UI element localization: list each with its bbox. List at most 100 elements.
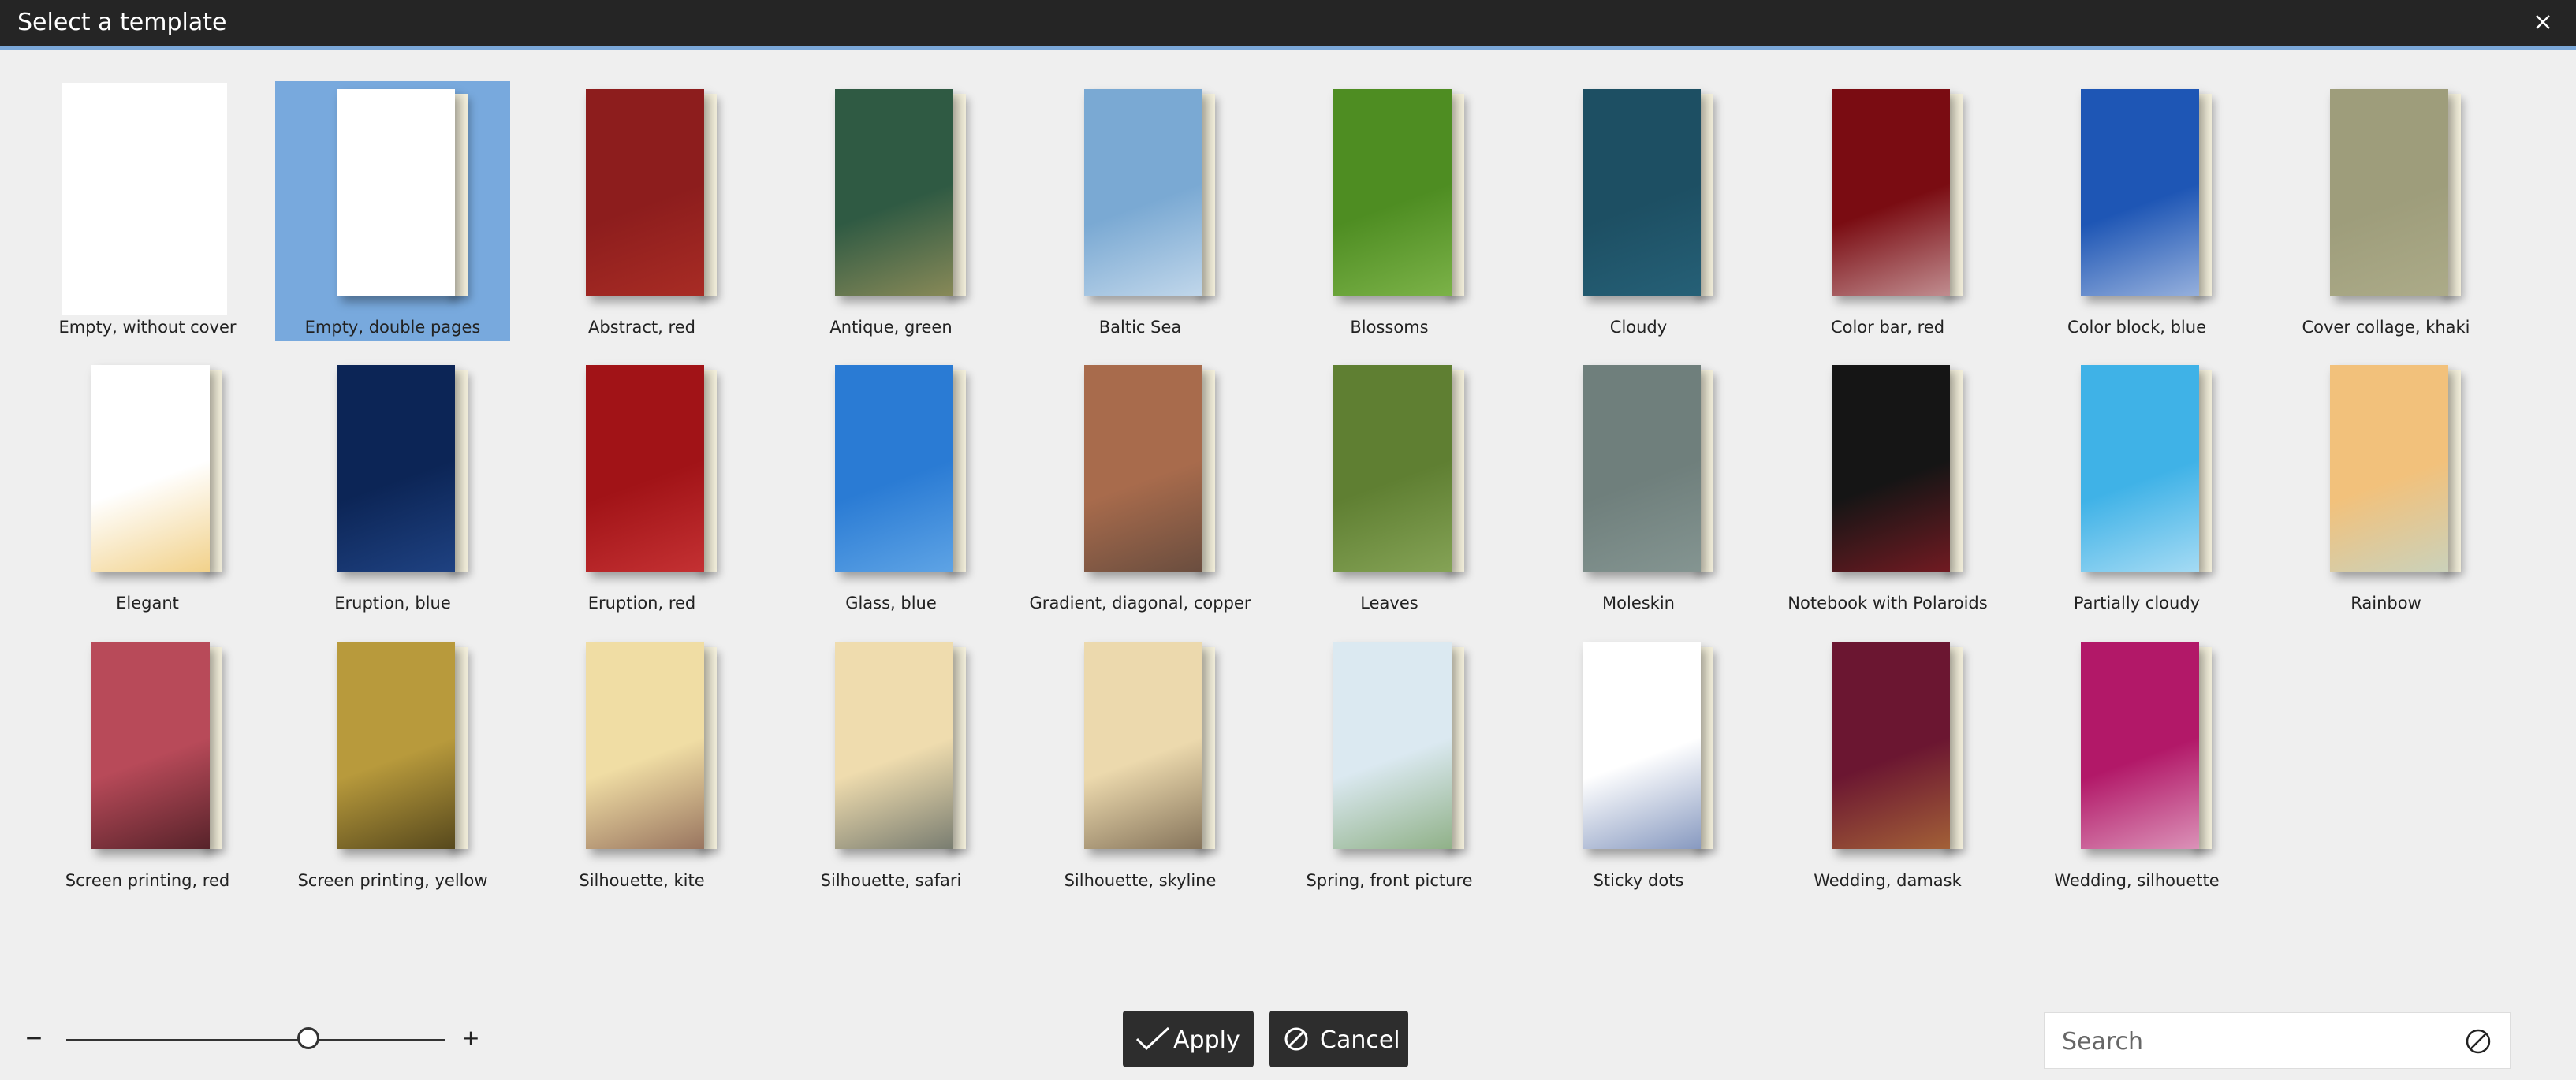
book-preview (586, 89, 720, 310)
zoom-slider-thumb[interactable] (297, 1027, 320, 1049)
blank-page (62, 83, 227, 315)
template-tile[interactable]: Moleskin (1521, 357, 1756, 617)
template-tile[interactable]: Silhouette, kite (524, 635, 759, 895)
template-label: Eruption, red (587, 594, 696, 613)
cancel-button[interactable]: Cancel (1269, 1011, 1408, 1067)
clear-search-icon[interactable] (2464, 1027, 2492, 1056)
book-cover (835, 365, 953, 572)
book-preview (2330, 89, 2464, 310)
book-cover (586, 89, 704, 296)
template-tile[interactable]: Empty, without cover (30, 81, 265, 341)
book-preview (337, 89, 471, 310)
template-thumbnail (1521, 635, 1756, 868)
template-tile[interactable]: Cover collage, khaki (2268, 81, 2503, 341)
template-tile[interactable]: Cloudy (1521, 81, 1756, 341)
template-tile[interactable]: Silhouette, skyline (1023, 635, 1258, 895)
template-thumbnail (774, 357, 1008, 590)
book-preview (1084, 365, 1218, 586)
template-thumbnail (774, 81, 1008, 315)
template-thumbnail (774, 635, 1008, 868)
book-cover (1583, 89, 1701, 296)
title-bar: Select a template (0, 0, 2576, 46)
template-tile[interactable]: Gradient, diagonal, copper (1023, 357, 1258, 617)
template-thumbnail (2268, 81, 2503, 315)
template-label: Color bar, red (1830, 318, 1945, 337)
dialog-title: Select a template (17, 9, 227, 36)
book-cover (835, 642, 953, 849)
template-thumbnail (1272, 635, 1507, 868)
template-thumbnail (1023, 81, 1258, 315)
book-cover (2081, 642, 2199, 849)
book-cover (1084, 89, 1202, 296)
search-box (2044, 1012, 2511, 1069)
template-thumbnail (1272, 357, 1507, 590)
book-cover (91, 642, 210, 849)
book-preview (2081, 89, 2215, 310)
template-label: Silhouette, safari (820, 871, 962, 890)
template-label: Blossoms (1350, 318, 1429, 337)
book-cover (1084, 365, 1202, 572)
template-tile[interactable]: Eruption, red (524, 357, 759, 617)
book-cover (2081, 89, 2199, 296)
template-label: Color block, blue (2067, 318, 2206, 337)
book-preview (1832, 365, 1966, 586)
book-preview (91, 365, 226, 586)
template-thumbnail (30, 357, 265, 590)
template-thumbnail (1023, 635, 1258, 868)
template-tile[interactable]: Leaves (1272, 357, 1507, 617)
template-label: Sticky dots (1593, 871, 1684, 890)
book-cover (1084, 642, 1202, 849)
template-tile[interactable]: Screen printing, red (30, 635, 265, 895)
template-thumbnail (275, 81, 510, 315)
zoom-in-label[interactable]: + (459, 1025, 483, 1051)
book-cover (2330, 365, 2448, 572)
template-tile[interactable]: Antique, green (774, 81, 1008, 341)
template-tile[interactable]: Empty, double pages (275, 81, 510, 341)
zoom-out-label[interactable]: − (22, 1025, 46, 1051)
apply-button[interactable]: Apply (1123, 1011, 1254, 1067)
template-tile[interactable]: Glass, blue (774, 357, 1008, 617)
template-tile[interactable]: Spring, front picture (1272, 635, 1507, 895)
cancel-icon (1284, 1027, 1308, 1051)
template-label: Abstract, red (588, 318, 695, 337)
search-input[interactable] (2060, 1022, 2458, 1060)
template-tile[interactable]: Partially cloudy (2019, 357, 2254, 617)
template-tile[interactable]: Baltic Sea (1023, 81, 1258, 341)
book-cover (586, 365, 704, 572)
book-preview (835, 89, 969, 310)
template-tile[interactable]: Abstract, red (524, 81, 759, 341)
template-tile[interactable]: Wedding, damask (1770, 635, 2005, 895)
book-preview (2081, 365, 2215, 586)
template-label: Leaves (1360, 594, 1418, 613)
template-tile[interactable]: Silhouette, safari (774, 635, 1008, 895)
close-icon[interactable] (2529, 8, 2557, 36)
template-label: Gradient, diagonal, copper (1029, 594, 1251, 613)
checkmark-icon (1135, 1026, 1170, 1051)
template-tile[interactable]: Eruption, blue (275, 357, 510, 617)
template-thumbnail (524, 635, 759, 868)
template-tile[interactable]: Blossoms (1272, 81, 1507, 341)
template-tile[interactable]: Sticky dots (1521, 635, 1756, 895)
template-tile[interactable]: Wedding, silhouette (2019, 635, 2254, 895)
template-thumbnail (524, 357, 759, 590)
template-tile[interactable]: Screen printing, yellow (275, 635, 510, 895)
book-preview (91, 642, 226, 863)
book-preview (2330, 365, 2464, 586)
template-thumbnail (2019, 81, 2254, 315)
template-label: Elegant (116, 594, 179, 613)
book-preview (1333, 642, 1467, 863)
template-tile[interactable]: Color block, blue (2019, 81, 2254, 341)
book-preview (835, 365, 969, 586)
book-preview (1583, 89, 1717, 310)
template-label: Silhouette, kite (579, 871, 705, 890)
template-tile[interactable]: Color bar, red (1770, 81, 2005, 341)
template-tile[interactable]: Elegant (30, 357, 265, 617)
book-cover (1333, 89, 1452, 296)
book-cover (2081, 365, 2199, 572)
template-label: Silhouette, skyline (1064, 871, 1217, 890)
zoom-slider-track[interactable] (66, 1039, 445, 1041)
template-label: Notebook with Polaroids (1788, 594, 1988, 613)
template-tile[interactable]: Notebook with Polaroids (1770, 357, 2005, 617)
book-preview (586, 365, 720, 586)
template-tile[interactable]: Rainbow (2268, 357, 2503, 617)
